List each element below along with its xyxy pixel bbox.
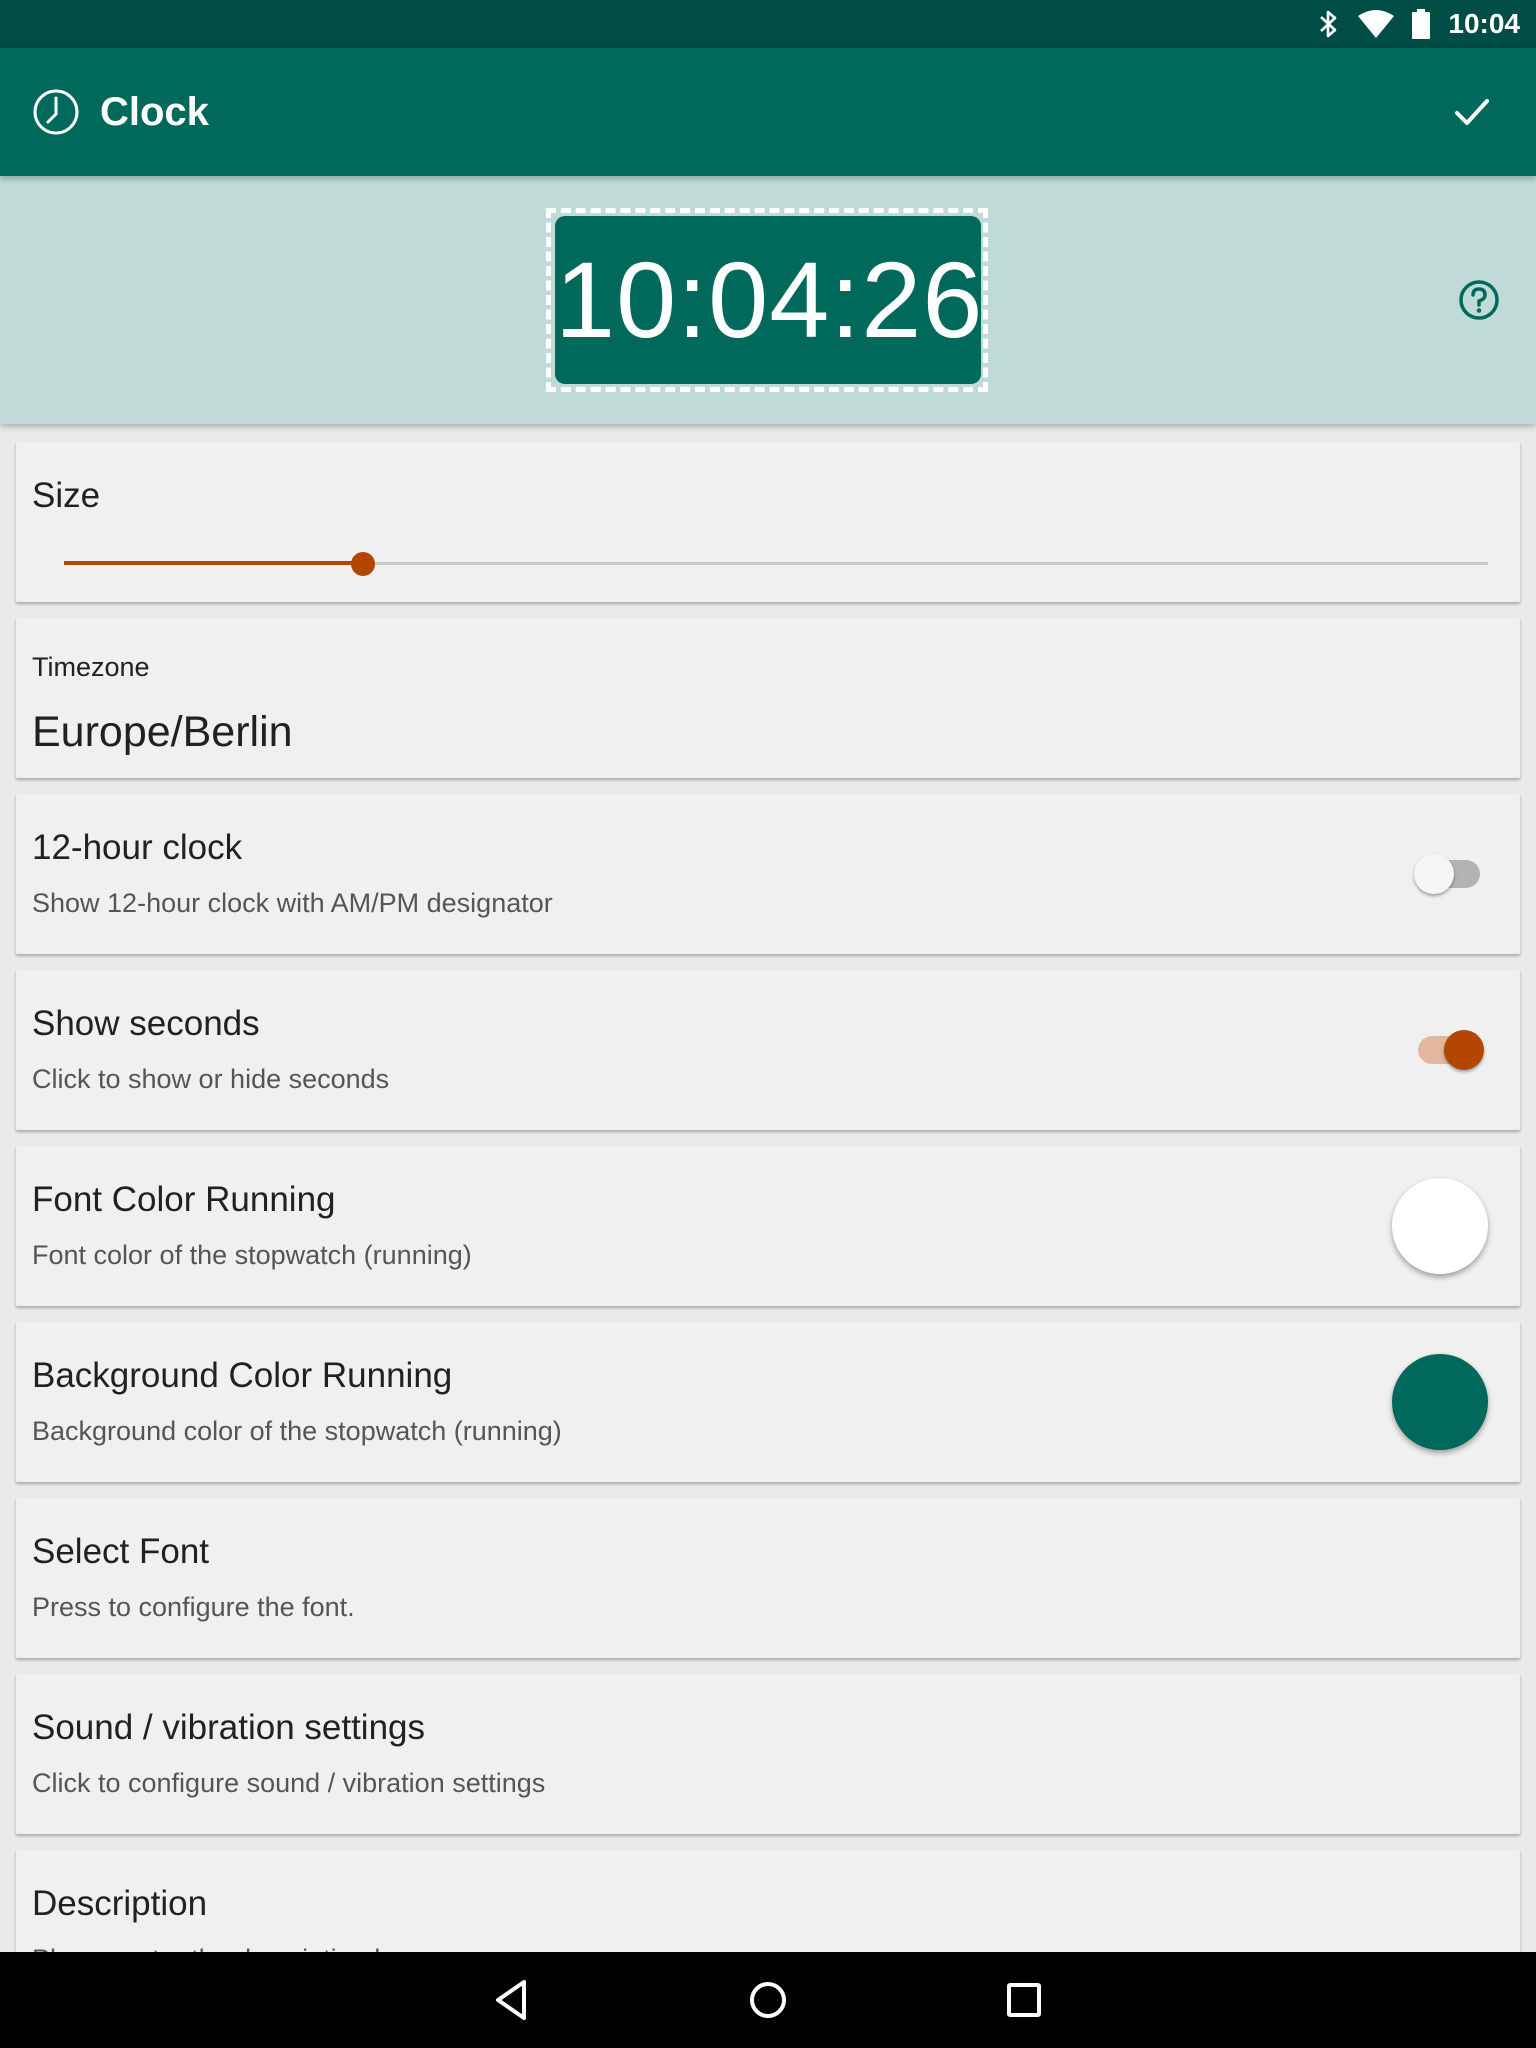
sound-summary: Click to configure sound / vibration set… [32,1768,546,1798]
navigation-bar [0,1952,1536,2048]
select-font-title: Select Font [32,1532,210,1571]
font-color-swatch[interactable] [1392,1178,1488,1274]
twelve-hour-summary: Show 12-hour clock with AM/PM designator [32,888,553,918]
status-time: 10:04 [1448,8,1520,39]
show-seconds-switch[interactable] [1418,1028,1484,1072]
description-title: Description [32,1884,208,1923]
description-summary: Please enter the description here [32,1944,428,1952]
font-color-setting[interactable]: Font Color Running Font color of the sto… [16,1146,1520,1306]
font-color-summary: Font color of the stopwatch (running) [32,1240,472,1270]
size-title: Size [32,476,101,515]
timezone-setting[interactable]: Timezone Europe/Berlin [16,618,1520,778]
twelve-hour-switch[interactable] [1414,852,1484,896]
show-seconds-summary: Click to show or hide seconds [32,1064,390,1094]
show-seconds-title: Show seconds [32,1004,260,1043]
font-color-title: Font Color Running [32,1180,336,1219]
app-title: Clock [100,90,209,134]
show-seconds-setting[interactable]: Show seconds Click to show or hide secon… [16,970,1520,1130]
twelve-hour-title: 12-hour clock [32,828,243,867]
back-icon[interactable] [484,1972,540,2028]
background-color-setting[interactable]: Background Color Running Background colo… [16,1322,1520,1482]
bluetooth-icon [1320,10,1337,38]
twelve-hour-setting[interactable]: 12-hour clock Show 12-hour clock with AM… [16,794,1520,954]
wifi-icon [1358,10,1395,38]
select-font-summary: Press to configure the font. [32,1592,355,1622]
switch-thumb [1414,854,1454,894]
background-color-summary: Background color of the stopwatch (runni… [32,1416,562,1446]
slider-thumb[interactable] [351,552,376,576]
switch-thumb [1444,1030,1484,1070]
size-slider[interactable] [64,542,1488,586]
battery-icon [1412,9,1431,39]
home-icon[interactable] [740,1972,796,2028]
clock-widget-preview[interactable]: 10:04:26 [555,216,982,384]
sound-title: Sound / vibration settings [32,1708,426,1747]
background-color-swatch[interactable] [1392,1354,1488,1450]
status-bar: 10:04 [0,0,1536,48]
slider-fill [64,561,364,565]
timezone-label: Timezone [32,652,150,682]
app-bar: Clock [0,48,1536,176]
clock-icon [33,89,79,135]
sound-setting[interactable]: Sound / vibration settings Click to conf… [16,1674,1520,1834]
description-setting[interactable]: Description Please enter the description… [16,1850,1520,1952]
settings-list: Size Timezone Europe/Berlin 12-hour cloc… [0,424,1536,1952]
checkmark-icon[interactable] [1452,92,1492,132]
clock-preview-area: 10:04:26 [0,176,1536,424]
background-color-title: Background Color Running [32,1356,453,1395]
select-font-setting[interactable]: Select Font Press to configure the font. [16,1498,1520,1658]
timezone-value: Europe/Berlin [32,708,293,756]
size-setting: Size [16,442,1520,602]
help-icon[interactable] [1457,278,1501,322]
status-icons: 10:04 [1318,0,1520,48]
recents-icon[interactable] [996,1972,1052,2028]
